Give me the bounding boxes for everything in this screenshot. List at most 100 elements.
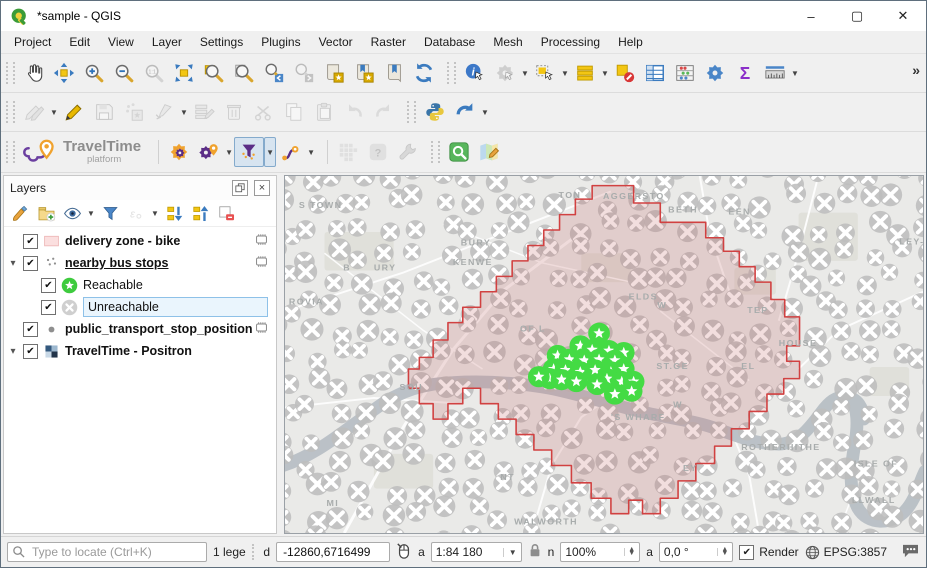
traveltime-filter-dropdown-icon[interactable]: ▼ <box>264 137 276 167</box>
layer-visibility-checkbox[interactable]: ✔ <box>41 278 56 293</box>
deselect-features-button[interactable] <box>610 58 640 88</box>
close-button[interactable]: ✕ <box>880 1 926 31</box>
layer-visibility-checkbox[interactable]: ✔ <box>23 322 38 337</box>
menu-item-processing[interactable]: Processing <box>532 32 609 52</box>
menu-item-mesh[interactable]: Mesh <box>484 32 531 52</box>
rotation-spinbox[interactable]: 0,0 ° ▲▼ <box>659 542 733 562</box>
layer-row-delivery-zone-bike[interactable]: ✔ delivery zone - bike <box>4 230 276 252</box>
toolbar-drag-handle[interactable] <box>407 101 416 123</box>
layer-row-traveltime-positron[interactable]: ▾✔TravelTime - Positron <box>4 340 276 362</box>
messages-button[interactable] <box>901 543 920 561</box>
traveltime-settings-button[interactable] <box>164 137 194 167</box>
rotation-spin-buttons[interactable]: ▲▼ <box>717 548 728 556</box>
traveltime-quick-map-dropdown-icon[interactable]: ▼ <box>224 138 234 166</box>
layer-label[interactable]: TravelTime - Positron <box>65 344 192 358</box>
layer-row-reachable[interactable]: ✔ Reachable <box>4 274 276 296</box>
new-spatial-bookmark-button[interactable] <box>319 58 349 88</box>
open-layer-styling-button[interactable] <box>8 201 32 225</box>
layer-label[interactable]: nearby bus stops <box>65 256 169 270</box>
menu-item-help[interactable]: Help <box>609 32 652 52</box>
expander-icon[interactable]: ▾ <box>6 346 20 357</box>
menu-item-layer[interactable]: Layer <box>143 32 191 52</box>
filter-legend-button[interactable] <box>98 201 122 225</box>
magnifier-spinbox[interactable]: 100% ▲▼ <box>560 542 640 562</box>
layer-row-unreachable[interactable]: ✔ Unreachable <box>4 296 276 318</box>
add-group-button[interactable] <box>34 201 58 225</box>
menu-item-raster[interactable]: Raster <box>362 32 415 52</box>
map-canvas[interactable]: S TOWNTONAGGERSTOBETHEENLEY-EBURYKENWEBU… <box>284 175 924 534</box>
panel-float-button[interactable] <box>232 180 248 196</box>
manage-map-themes-dropdown-icon[interactable]: ▼ <box>86 209 96 218</box>
toggle-editing-button[interactable] <box>59 97 89 127</box>
layer-label[interactable]: delivery zone - bike <box>65 234 180 248</box>
mouse-position-icon[interactable] <box>396 542 412 563</box>
menu-item-edit[interactable]: Edit <box>60 32 99 52</box>
coordinate-input[interactable] <box>281 544 385 560</box>
crs-indicator[interactable]: EPSG:3857 <box>805 545 887 560</box>
menu-item-view[interactable]: View <box>99 32 143 52</box>
toolbar-drag-handle[interactable] <box>6 141 15 163</box>
menu-item-database[interactable]: Database <box>415 32 484 52</box>
show-bookmark-manager-button[interactable] <box>379 58 409 88</box>
layer-row-public-transport-stop-position[interactable]: ✔ public_transport_stop_position <box>4 318 276 340</box>
lock-scale-icon[interactable] <box>528 543 542 561</box>
refresh-map-button[interactable] <box>409 58 439 88</box>
maximize-button[interactable]: ▢ <box>834 1 880 31</box>
select-features-dropdown-icon[interactable]: ▼ <box>560 59 570 87</box>
scale-dropdown-icon[interactable]: ▼ <box>503 548 517 557</box>
processing-toolbox-button[interactable] <box>700 58 730 88</box>
layer-label[interactable]: Reachable <box>83 278 143 292</box>
toolbar-overflow-button[interactable]: » <box>912 62 920 78</box>
menu-item-settings[interactable]: Settings <box>191 32 252 52</box>
traveltime-quick-map-button[interactable] <box>194 137 224 167</box>
layer-label[interactable]: public_transport_stop_position <box>65 322 253 336</box>
magnifier-spin-buttons[interactable]: ▲▼ <box>624 548 635 556</box>
measure-line-button[interactable] <box>760 58 790 88</box>
open-attribute-table-button[interactable] <box>640 58 670 88</box>
layer-visibility-checkbox[interactable]: ✔ <box>23 234 38 249</box>
processing-history-button[interactable] <box>450 97 480 127</box>
statistical-summary-button[interactable]: Σ <box>730 58 760 88</box>
remove-layer-button[interactable] <box>214 201 238 225</box>
locator-input[interactable] <box>7 542 207 562</box>
render-checkbox-box[interactable]: ✔ <box>739 545 754 560</box>
select-features-button[interactable] <box>530 58 560 88</box>
toolbar-drag-handle[interactable] <box>6 101 15 123</box>
field-calculator-button[interactable] <box>670 58 700 88</box>
panel-splitter[interactable] <box>277 173 284 536</box>
geocoding-search-button[interactable] <box>444 137 474 167</box>
zoom-out-button[interactable] <box>109 58 139 88</box>
pan-map-button[interactable] <box>19 58 49 88</box>
zoom-last-button[interactable] <box>259 58 289 88</box>
expander-icon[interactable]: ▾ <box>6 258 20 269</box>
zoom-to-layer-button[interactable] <box>229 58 259 88</box>
identify-features-button[interactable]: i <box>460 58 490 88</box>
layer-visibility-checkbox[interactable]: ✔ <box>23 256 38 271</box>
menu-item-project[interactable]: Project <box>5 32 60 52</box>
zoom-full-extent-button[interactable] <box>169 58 199 88</box>
manage-map-themes-button[interactable] <box>60 201 84 225</box>
show-spatial-bookmarks-button[interactable] <box>349 58 379 88</box>
layer-label[interactable]: Unreachable <box>83 297 268 317</box>
layer-row-nearby-bus-stops[interactable]: ▾✔ nearby bus stops <box>4 252 276 274</box>
select-by-expression-dropdown-icon[interactable]: ▼ <box>600 59 610 87</box>
measure-line-dropdown-icon[interactable]: ▼ <box>790 59 800 87</box>
python-console-button[interactable] <box>420 97 450 127</box>
menu-item-vector[interactable]: Vector <box>310 32 362 52</box>
traveltime-routes-button[interactable] <box>276 137 306 167</box>
quick-map-services-button[interactable] <box>474 137 504 167</box>
traveltime-routes-dropdown-icon[interactable]: ▼ <box>306 138 316 166</box>
collapse-all-button[interactable] <box>188 201 212 225</box>
toolbar-drag-handle[interactable] <box>447 62 456 84</box>
layer-visibility-checkbox[interactable]: ✔ <box>41 300 56 315</box>
expand-all-button[interactable] <box>162 201 186 225</box>
zoom-in-button[interactable] <box>79 58 109 88</box>
toolbar-drag-handle[interactable] <box>431 141 440 163</box>
zoom-to-selection-button[interactable] <box>199 58 229 88</box>
toolbar-drag-handle[interactable] <box>6 62 15 84</box>
processing-history-dropdown-icon[interactable]: ▼ <box>480 98 490 126</box>
pan-to-selection-button[interactable] <box>49 58 79 88</box>
select-by-expression-button[interactable] <box>570 58 600 88</box>
menu-item-plugins[interactable]: Plugins <box>252 32 309 52</box>
traveltime-filter-button[interactable] <box>234 137 264 167</box>
